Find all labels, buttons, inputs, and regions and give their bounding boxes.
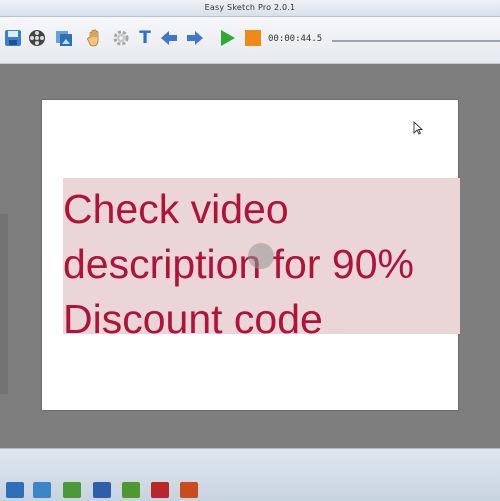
stop-icon [245, 30, 261, 46]
save-icon [5, 30, 21, 46]
film-button[interactable] [26, 27, 48, 49]
settings-button[interactable] [110, 27, 132, 49]
start-icon[interactable] [6, 482, 24, 498]
mouse-cursor-icon [413, 121, 423, 135]
image-icon [56, 31, 72, 46]
image-button[interactable] [53, 27, 75, 49]
taskbar-app-3-icon[interactable] [93, 482, 111, 498]
text-button[interactable]: T [134, 27, 156, 49]
arrow-left-icon [161, 31, 177, 45]
timer-display: 00:00:44.5 [268, 34, 323, 44]
hand-button[interactable] [84, 27, 106, 49]
taskbar-app-4-icon[interactable] [122, 482, 140, 498]
window-title: Easy Sketch Pro 2.0.1 [204, 3, 296, 12]
play-icon [221, 30, 235, 46]
timeline-slider[interactable] [332, 40, 500, 42]
hand-icon [87, 29, 99, 47]
slide-line-1: Check video [63, 186, 289, 232]
taskbar [0, 448, 500, 501]
stop-button[interactable] [242, 27, 264, 49]
taskbar-app-6-icon[interactable] [180, 482, 198, 498]
title-bar: Easy Sketch Pro 2.0.1 [0, 0, 500, 17]
toolbar: T 00:00:44.5 [0, 17, 500, 64]
taskbar-app-2-icon[interactable] [63, 482, 81, 498]
back-button[interactable] [158, 27, 180, 49]
slide-line-3: Discount code [63, 296, 323, 342]
slide-line-2: description for 90% [63, 241, 414, 287]
slide-message: Check video description for 90% Discount… [63, 182, 483, 347]
film-reel-icon [29, 30, 45, 46]
video-play-overlay[interactable] [248, 243, 274, 269]
arrow-right-icon [187, 31, 203, 45]
taskbar-app-5-icon[interactable] [151, 482, 169, 498]
save-button[interactable] [2, 27, 24, 49]
text-icon: T [139, 28, 151, 48]
forward-button[interactable] [184, 27, 206, 49]
canvas-left-edge [0, 214, 8, 394]
gear-icon [113, 30, 129, 46]
play-button[interactable] [216, 27, 238, 49]
taskbar-app-1-icon[interactable] [33, 482, 51, 498]
